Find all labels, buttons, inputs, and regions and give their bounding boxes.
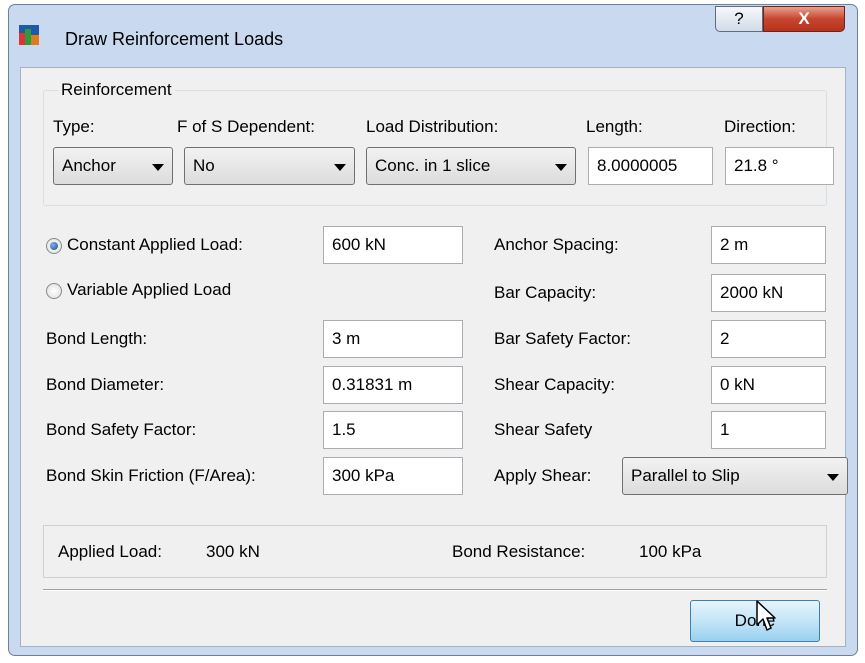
- bond-resistance-value: 100 kPa: [639, 542, 702, 561]
- bar-safety-factor-input[interactable]: 2: [711, 320, 826, 358]
- constant-load-label[interactable]: Constant Applied Load:: [67, 235, 243, 255]
- bar-capacity-input[interactable]: 2000 kN: [711, 274, 826, 312]
- type-label: Type:: [53, 117, 95, 136]
- fos-dependent-value: No: [193, 156, 215, 175]
- done-button[interactable]: Done: [690, 600, 820, 642]
- length-input[interactable]: 8.0000005: [588, 147, 713, 185]
- variable-load-label[interactable]: Variable Applied Load: [67, 280, 231, 300]
- load-distribution-value: Conc. in 1 slice: [375, 156, 491, 175]
- apply-shear-value: Parallel to Slip: [631, 466, 740, 485]
- variable-load-radio[interactable]: [46, 283, 62, 299]
- apply-shear-label: Apply Shear:: [494, 466, 592, 485]
- group-title: Reinforcement: [58, 80, 175, 100]
- chevron-down-icon: [152, 164, 164, 171]
- type-select[interactable]: Anchor: [53, 147, 173, 185]
- chevron-down-icon: [827, 474, 839, 481]
- apply-shear-select[interactable]: Parallel to Slip: [622, 457, 848, 495]
- load-distribution-select[interactable]: Conc. in 1 slice: [366, 147, 576, 185]
- help-button[interactable]: ?: [715, 6, 763, 32]
- direction-label: Direction:: [724, 117, 796, 136]
- divider: [43, 589, 827, 591]
- bond-length-input[interactable]: 3 m: [323, 320, 463, 358]
- dialog-window: Draw Reinforcement Loads ? X Reinforceme…: [8, 4, 858, 656]
- bar-safety-factor-label: Bar Safety Factor:: [494, 329, 631, 348]
- bar-capacity-label: Bar Capacity:: [494, 283, 597, 302]
- type-select-value: Anchor: [62, 156, 116, 175]
- bond-safety-factor-input[interactable]: 1.5: [323, 411, 463, 449]
- bond-length-label: Bond Length:: [46, 329, 148, 348]
- shear-capacity-input[interactable]: 0 kN: [711, 366, 826, 404]
- bond-diameter-input[interactable]: 0.31831 m: [323, 366, 463, 404]
- close-button[interactable]: X: [763, 6, 845, 32]
- window-title: Draw Reinforcement Loads: [65, 29, 284, 49]
- constant-load-radio[interactable]: [46, 238, 62, 254]
- anchor-spacing-input[interactable]: 2 m: [711, 226, 826, 264]
- dialog-body: Reinforcement Type: F of S Dependent: Lo…: [20, 67, 848, 647]
- chevron-down-icon: [555, 164, 567, 171]
- shear-safety-input[interactable]: 1: [711, 411, 826, 449]
- title-bar: Draw Reinforcement Loads ? X: [9, 5, 857, 65]
- bond-resistance-label: Bond Resistance:: [452, 542, 586, 561]
- chevron-down-icon: [334, 164, 346, 171]
- fos-dependent-label: F of S Dependent:: [177, 117, 315, 136]
- app-icon: [19, 25, 39, 45]
- bond-safety-factor-label: Bond Safety Factor:: [46, 420, 197, 439]
- anchor-spacing-label: Anchor Spacing:: [494, 235, 619, 254]
- fos-dependent-select[interactable]: No: [184, 147, 355, 185]
- direction-input[interactable]: 21.8 °: [725, 147, 834, 185]
- shear-capacity-label: Shear Capacity:: [494, 375, 615, 394]
- bond-skin-friction-input[interactable]: 300 kPa: [323, 457, 463, 495]
- bond-skin-friction-label: Bond Skin Friction (F/Area):: [46, 466, 256, 485]
- applied-load-value: 300 kN: [206, 542, 260, 561]
- mouse-pointer-icon: [756, 600, 776, 631]
- applied-load-label: Applied Load:: [58, 542, 162, 561]
- length-label: Length:: [586, 117, 643, 136]
- summary-panel: Applied Load: 300 kN Bond Resistance: 10…: [43, 525, 827, 578]
- shear-safety-label: Shear Safety: [494, 420, 593, 439]
- load-distribution-label: Load Distribution:: [366, 117, 499, 136]
- bond-diameter-label: Bond Diameter:: [46, 375, 165, 394]
- constant-load-input[interactable]: 600 kN: [323, 226, 463, 264]
- reinforcement-group: Reinforcement Type: F of S Dependent: Lo…: [43, 80, 834, 206]
